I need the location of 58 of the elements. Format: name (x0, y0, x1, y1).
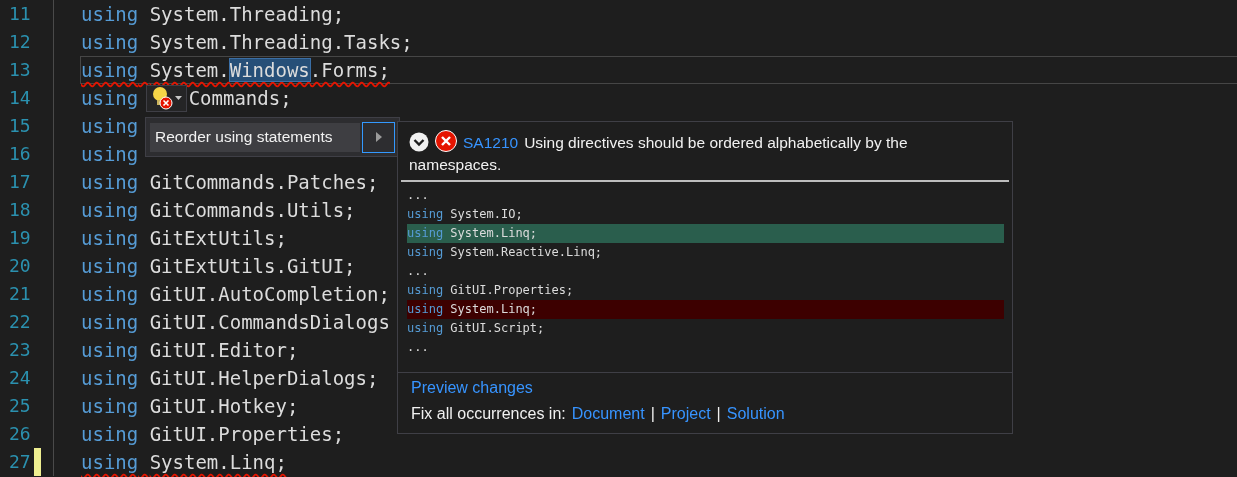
code-line: using System.Threading.Tasks; (81, 30, 413, 54)
line-number: 15 (8, 114, 32, 138)
ellipsis: ... (407, 339, 430, 356)
code-line: using (81, 114, 140, 138)
code-line: using GitCommands.Patches; (81, 170, 379, 194)
line-number: 20 (8, 254, 32, 278)
line-number: 27 (8, 450, 32, 474)
caret-icon (375, 132, 382, 142)
code-line: using GitCommands.Utils; (81, 198, 356, 222)
scope-link[interactable]: Solution (726, 405, 785, 423)
line-number: 13 (8, 58, 32, 82)
code-line: using GitUI.Properties; (81, 422, 345, 446)
code-line: using System.Threading; (81, 2, 345, 26)
line-number: 21 (8, 282, 32, 306)
line-number: 11 (8, 2, 32, 26)
line-number: 26 (8, 422, 32, 446)
line-number: 18 (8, 198, 32, 222)
code-line: using (81, 142, 140, 166)
separator: | (716, 405, 721, 423)
line-number: 24 (8, 366, 32, 390)
code-line: using GitExtUtils.GitUI; (81, 254, 356, 278)
code-line: using System.Linq; (81, 450, 287, 474)
error-icon (435, 130, 457, 152)
code-line: using (81, 86, 140, 110)
line-number: 16 (8, 142, 32, 166)
diff-line: using GitUI.Properties; (407, 282, 575, 299)
line-number: 19 (8, 226, 32, 250)
fix-all-label: Fix all occurrences in: (411, 405, 566, 423)
code-line: using GitUI.HelperDialogs; (81, 366, 379, 390)
diagnostic-code-link[interactable]: SA1210 (463, 134, 519, 151)
separator: | (650, 405, 655, 423)
diff-line: using System.IO; (407, 206, 524, 223)
line-number: 17 (8, 170, 32, 194)
line-number: 14 (8, 86, 32, 110)
menu-item[interactable]: Reorder using statements (150, 122, 360, 152)
preview-changes-link[interactable]: Preview changes (411, 379, 533, 396)
line-number: 12 (8, 30, 32, 54)
ellipsis: ... (407, 187, 430, 204)
submenu-button[interactable] (362, 121, 395, 153)
line-number: 23 (8, 338, 32, 362)
diff-line: using GitUI.Script; (407, 320, 546, 337)
code-line: using GitUI.Hotkey; (81, 394, 299, 418)
diff-line: using System.Reactive.Linq; (407, 244, 604, 261)
code-line: using GitUI.AutoCompletion; (81, 282, 390, 306)
ellipsis: ... (407, 263, 430, 280)
scope-link[interactable]: Project (660, 405, 711, 423)
diagnostic-message: SA1210 Using directives should be ordered alphabetically by the namespaces. (409, 130, 1003, 176)
line-number: 25 (8, 394, 32, 418)
code-line: Commands; (188, 86, 292, 110)
caret-icon (174, 96, 182, 100)
code-line: using GitUI.Editor; (81, 338, 299, 362)
chevron-down-icon[interactable] (409, 132, 429, 152)
code-line: using GitUI.CommandsDialogs (81, 310, 390, 334)
lightbulb-error-icon (150, 86, 173, 110)
line-number: 22 (8, 310, 32, 334)
scope-link[interactable]: Document (571, 405, 645, 423)
lightbulb-button[interactable] (145, 84, 187, 112)
code-line: using GitExtUtils; (81, 226, 287, 250)
